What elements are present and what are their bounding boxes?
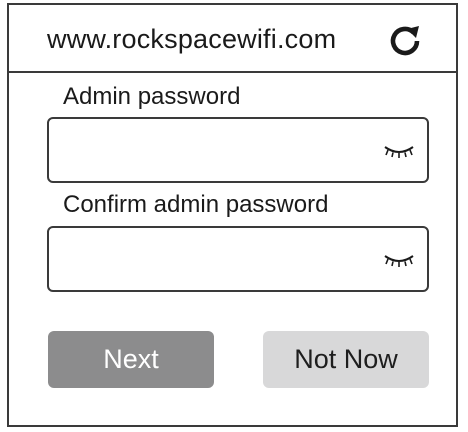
confirm-admin-password-input[interactable] [57, 236, 381, 284]
address-bar: www.rockspacewifi.com [9, 5, 456, 73]
eye-closed-icon[interactable] [383, 252, 415, 268]
next-button[interactable]: Next [48, 331, 214, 388]
eye-closed-icon[interactable] [383, 143, 415, 159]
browser-window: www.rockspacewifi.com Admin password Con… [7, 3, 458, 427]
reload-icon[interactable] [387, 23, 423, 59]
admin-password-field-box[interactable] [47, 117, 429, 183]
confirm-admin-password-label: Confirm admin password [63, 191, 329, 218]
url-text[interactable]: www.rockspacewifi.com [47, 22, 336, 56]
admin-password-input[interactable] [57, 127, 381, 175]
admin-password-label: Admin password [63, 83, 241, 110]
not-now-button[interactable]: Not Now [263, 331, 429, 388]
confirm-admin-password-field-box[interactable] [47, 226, 429, 292]
